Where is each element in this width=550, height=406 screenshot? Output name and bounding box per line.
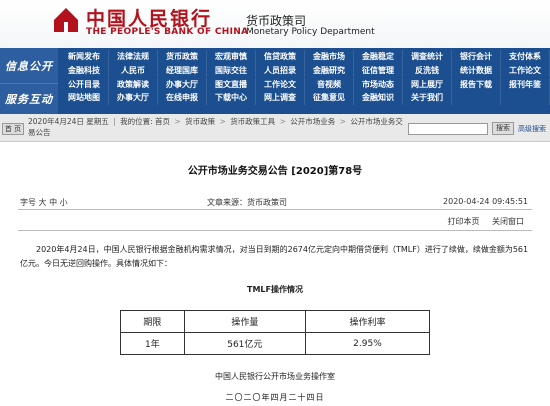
nav-item[interactable]: 在线申报 <box>158 91 207 105</box>
breadcrumb-item-monetary-policy[interactable]: 货币政策 <box>185 117 215 126</box>
article-title: 公开市场业务交易公告 [2020]第78号 <box>187 166 363 177</box>
nav-item[interactable]: 图文直播 <box>207 77 256 92</box>
nav-item[interactable]: 下载中心 <box>207 91 256 105</box>
breadcrumb-item-open-market[interactable]: 公开市场业务 <box>290 117 335 126</box>
nav-item[interactable]: 网上调查 <box>256 91 305 105</box>
nav-item[interactable]: 银行会计 <box>452 50 501 64</box>
nav-item[interactable]: 报刊年鉴 <box>501 77 550 92</box>
table-cell-amount: 561亿元 <box>183 332 306 355</box>
nav-item[interactable]: 国际交往 <box>207 63 256 78</box>
nav-item[interactable]: 网上展厅 <box>403 77 452 92</box>
nav-item[interactable]: 政策解读 <box>109 77 158 92</box>
logo-english[interactable]: THE PEOPLE'S BANK OF CHINA <box>86 27 248 37</box>
nav-item[interactable]: 关于我们 <box>403 91 452 105</box>
location-label: 我的位置: <box>120 117 153 126</box>
nav-item[interactable]: 支付体系 <box>501 50 550 64</box>
font-size-label: 字号 <box>20 198 36 207</box>
nav-item[interactable]: 金融科技 <box>60 63 109 78</box>
nav-item <box>501 91 550 105</box>
breadcrumb-item-home[interactable]: 首页 <box>155 117 170 126</box>
department-name-en: Monetary Policy Department <box>246 27 375 37</box>
nav-item[interactable]: 新闻发布 <box>60 50 109 64</box>
nav-item[interactable]: 金融知识 <box>354 91 403 105</box>
nav-item[interactable]: 公开目录 <box>60 77 109 92</box>
print-page-link[interactable]: 打印本页 <box>447 217 479 226</box>
breadcrumb-item-policy-tools[interactable]: 货币政策工具 <box>230 117 275 126</box>
nav-row: 新闻发布 法律法规 货币政策 宏观审慎 信贷政策 金融市场 金融稳定 调查统计 银行会计 支付体系 <box>60 50 550 64</box>
nav-item[interactable]: 金融研究 <box>305 63 354 78</box>
nav-item[interactable]: 信贷政策 <box>256 50 305 64</box>
search-input[interactable] <box>408 123 488 135</box>
nav-item[interactable]: 金融市场 <box>305 50 354 64</box>
table-cell-term: 1年 <box>120 332 185 355</box>
current-date: 2020年4月24日 星期五 <box>28 117 109 126</box>
site-header: 中国人民银行 THE PEOPLE'S BANK OF CHINA 货币政策司 … <box>0 0 550 48</box>
nav-item[interactable]: 宏观审慎 <box>207 50 256 64</box>
table-header: 操作量 <box>183 310 306 333</box>
nav-item[interactable]: 办事大厅 <box>109 91 158 105</box>
nav-item[interactable]: 音视频 <box>305 77 354 92</box>
nav-item[interactable]: 工作论文 <box>501 63 550 78</box>
nav-item[interactable]: 人民币 <box>109 63 158 78</box>
font-size-small[interactable]: 小 <box>60 198 68 207</box>
nav-item[interactable]: 反洗钱 <box>403 63 452 78</box>
nav-grid: 新闻发布 法律法规 货币政策 宏观审慎 信贷政策 金融市场 金融稳定 调查统计 银行会计 支付体系… <box>60 50 550 105</box>
nav-row: 公开目录 政策解读 办事大厅 图文直播 工作论文 音视频 市场动态 网上展厅 报告下载 报刊年鉴 <box>60 77 550 92</box>
advanced-search-link[interactable]: 高级搜索 <box>518 124 546 134</box>
nav-item[interactable]: 工作论文 <box>256 77 305 92</box>
close-window-link[interactable]: 关闭窗口 <box>492 217 524 226</box>
nav-section-info-disclosure: 信息公开 <box>0 48 58 84</box>
nav-item[interactable]: 报告下载 <box>452 77 501 92</box>
pboc-emblem-icon <box>54 8 78 32</box>
nav-row: 网站地图 办事大厅 在线申报 下载中心 网上调查 征集意见 金融知识 关于我们 <box>60 91 550 105</box>
issue-date: 二〇二〇年四月二十四日 <box>225 393 325 402</box>
table-row: 1年 561亿元 2.95% <box>120 332 431 355</box>
nav-item[interactable]: 法律法规 <box>109 50 158 64</box>
nav-row: 金融科技 人民币 经理国库 国际交往 人员招录 金融研究 征信管理 反洗钱 统计数据 工作论文 <box>60 63 550 78</box>
table-header: 操作利率 <box>304 310 431 333</box>
table-header: 期限 <box>120 310 185 333</box>
breadcrumb: 2020年4月24日 星期五 | 我的位置: 首页 > 货币政策 > 货币政策工… <box>28 117 403 137</box>
nav-item[interactable]: 金融稳定 <box>354 50 403 64</box>
divider <box>18 209 532 210</box>
nav-item[interactable]: 人员招录 <box>256 63 305 78</box>
nav-item <box>452 91 501 105</box>
table-header-row: 期限 操作量 操作利率 <box>120 310 431 333</box>
divider <box>18 230 532 231</box>
nav-item[interactable]: 统计数据 <box>452 63 501 78</box>
table-title: TMLF操作情况 <box>247 285 303 294</box>
nav-section-service: 服务互动 <box>0 84 58 114</box>
article-body: 2020年4月24日，中国人民银行根据金融机构需求情况，对当日到期的2674亿元… <box>20 245 529 268</box>
table-cell-rate: 2.95% <box>304 332 431 355</box>
nav-item[interactable]: 征信管理 <box>354 63 403 78</box>
font-size-medium[interactable]: 中 <box>49 198 57 207</box>
issuer-signature: 中国人民银行公开市场业务操作室 <box>215 372 335 381</box>
nav-item[interactable]: 网站地图 <box>60 91 109 105</box>
article-source: 文章来源：货币政策司 <box>207 198 287 207</box>
font-size-selector: 字号 大 中 小 <box>20 197 68 208</box>
article-tools: 打印本页 关闭窗口 <box>437 216 524 227</box>
operations-table: 期限 操作量 操作利率 1年 561亿元 2.95% <box>120 310 431 355</box>
main-navigation: 信息公开 服务互动 新闻发布 法律法规 货币政策 宏观审慎 信贷政策 金融市场 金融稳定 调查… <box>0 48 550 114</box>
home-button[interactable]: 首 页 <box>2 123 24 135</box>
nav-item[interactable]: 办事大厅 <box>158 77 207 92</box>
nav-item[interactable]: 经理国库 <box>158 63 207 78</box>
nav-item[interactable]: 调查统计 <box>403 50 452 64</box>
font-size-large[interactable]: 大 <box>39 198 47 207</box>
search-button[interactable]: 搜索 <box>492 122 514 135</box>
breadcrumb-bar: 首 页 2020年4月24日 星期五 | 我的位置: 首页 > 货币政策 > 货… <box>0 114 550 142</box>
nav-item[interactable]: 征集意见 <box>305 91 354 105</box>
article-date: 2020-04-24 09:45:51 <box>443 197 528 206</box>
nav-item[interactable]: 市场动态 <box>354 77 403 92</box>
nav-item[interactable]: 货币政策 <box>158 50 207 64</box>
